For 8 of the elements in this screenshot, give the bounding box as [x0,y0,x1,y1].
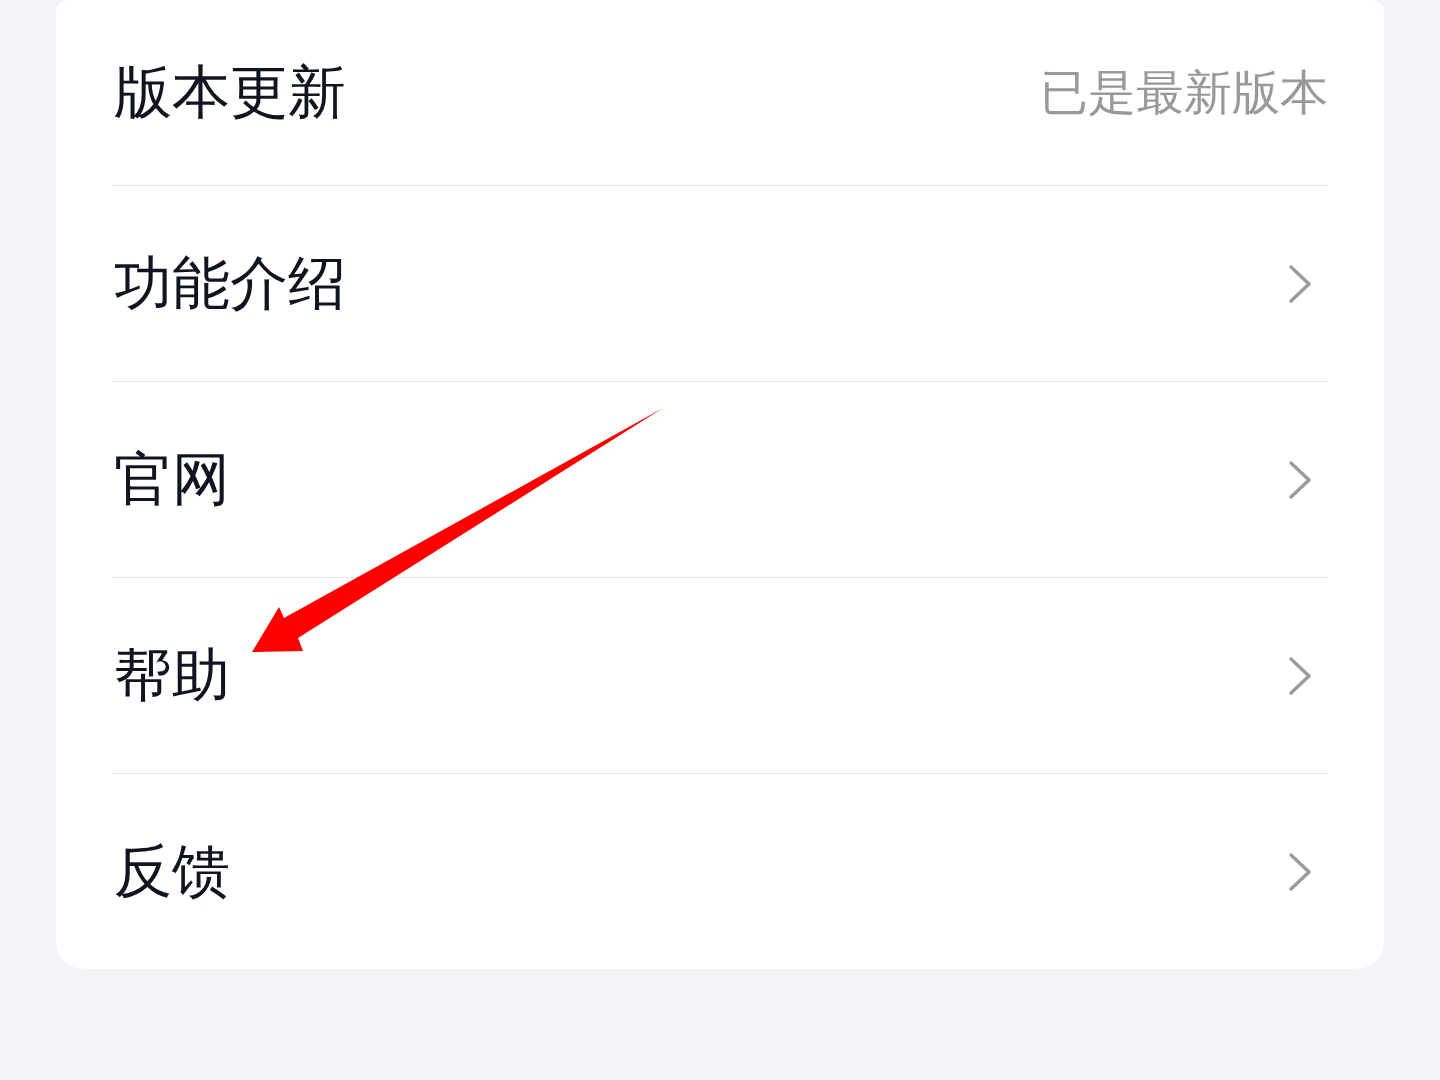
chevron-right-icon [1288,460,1312,499]
chevron-right-icon [1288,852,1312,891]
chevron-right-icon [1288,656,1312,695]
menu-item[interactable]: 版本更新 已是最新版本 [112,0,1328,186]
chevron-right-icon [1288,264,1312,303]
menu-item[interactable]: 功能介绍 [112,186,1328,382]
status-text: 已是最新版本 [1040,62,1328,122]
menu-item[interactable]: 反馈 [112,774,1328,969]
